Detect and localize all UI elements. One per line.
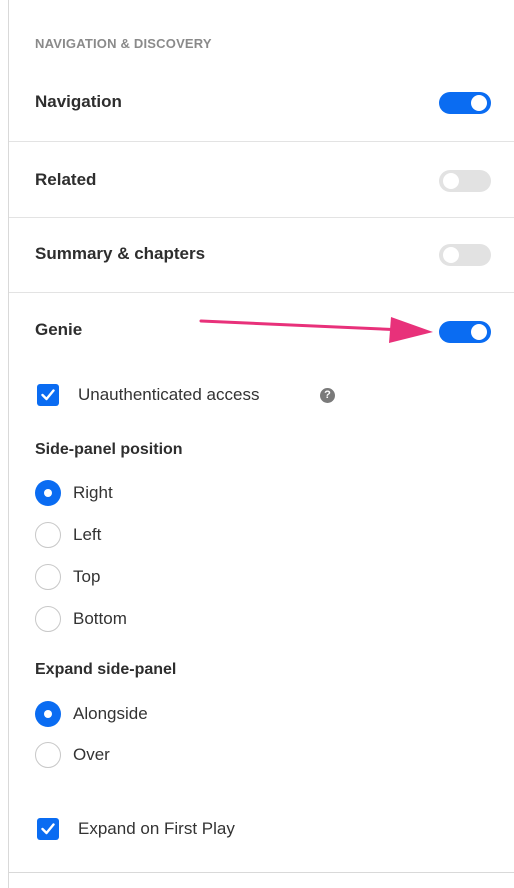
- side-panel-position-heading: Side-panel position: [35, 441, 183, 458]
- toggle-knob: [471, 95, 487, 111]
- toggle-knob: [443, 173, 459, 189]
- setting-row-summary-chapters: Summary & chapters: [9, 218, 514, 293]
- toggle-knob: [471, 324, 487, 340]
- setting-row-related: Related: [9, 142, 514, 218]
- radio-label-left: Left: [73, 525, 102, 544]
- setting-label: Genie: [35, 320, 83, 339]
- setting-label: Navigation: [35, 92, 122, 111]
- toggle-knob: [443, 247, 459, 263]
- annotation-arrow-icon: [199, 317, 433, 343]
- radio-label-alongside: Alongside: [73, 704, 148, 723]
- summary-chapters-toggle[interactable]: [439, 244, 491, 266]
- radio-label-top: Top: [73, 567, 101, 586]
- radio-right[interactable]: [35, 480, 61, 506]
- radio-label-bottom: Bottom: [73, 609, 127, 628]
- expand-on-first-play-label: Expand on First Play: [78, 819, 235, 838]
- radio-label-right: Right: [73, 483, 113, 502]
- radio-label-over: Over: [73, 745, 110, 764]
- setting-label: Related: [35, 170, 97, 189]
- unauthenticated-access-checkbox[interactable]: [37, 384, 59, 406]
- expand-on-first-play-checkbox[interactable]: [37, 818, 59, 840]
- unauthenticated-access-label: Unauthenticated access: [78, 385, 260, 404]
- radio-bottom[interactable]: [35, 606, 61, 632]
- checkmark-icon: [41, 389, 55, 401]
- navigation-toggle[interactable]: [439, 92, 491, 114]
- checkmark-icon: [41, 823, 55, 835]
- radio-top[interactable]: [35, 564, 61, 590]
- radio-over[interactable]: [35, 742, 61, 768]
- settings-panel: NAVIGATION & DISCOVERY Navigation Relate…: [8, 0, 514, 888]
- radio-alongside[interactable]: [35, 701, 61, 727]
- genie-toggle[interactable]: [439, 321, 491, 343]
- question-icon[interactable]: ?: [320, 388, 335, 403]
- expand-side-panel-heading: Expand side-panel: [35, 661, 177, 678]
- divider: [9, 872, 514, 873]
- radio-left[interactable]: [35, 522, 61, 548]
- setting-row-navigation: Navigation: [9, 68, 514, 142]
- setting-label: Summary & chapters: [35, 244, 206, 263]
- section-title: NAVIGATION & DISCOVERY: [35, 36, 212, 51]
- related-toggle[interactable]: [439, 170, 491, 192]
- genie-settings: Genie Unauthenticated access ? Side-pane…: [9, 293, 514, 863]
